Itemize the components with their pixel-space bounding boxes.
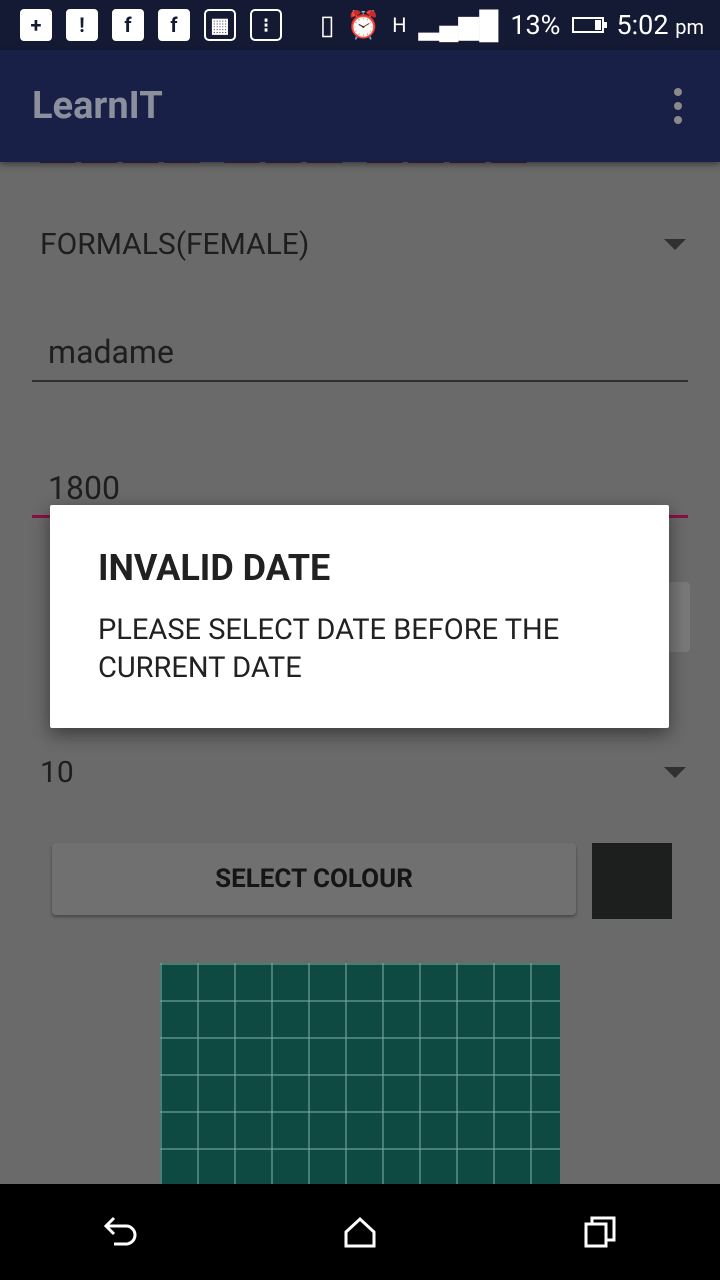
home-icon[interactable] <box>330 1202 390 1262</box>
invalid-date-dialog: INVALID DATE PLEASE SELECT DATE BEFORE T… <box>50 505 669 728</box>
signal-icon: ▂▄▆█ <box>418 9 499 41</box>
system-icons: ▯ ⏰ H ▂▄▆█ 13% 5:02 pm <box>320 9 720 41</box>
app-title: LearnIT <box>32 84 163 128</box>
overflow-menu-icon[interactable] <box>674 88 682 124</box>
alert-icon: ! <box>66 9 98 41</box>
app-bar: LearnIT <box>0 50 720 162</box>
navigation-bar <box>0 1184 720 1280</box>
gallery-icon: ▦ <box>204 9 236 41</box>
colour-swatch <box>592 843 672 919</box>
back-icon[interactable] <box>90 1202 150 1262</box>
status-bar: + ! f f ▦ ⁝ ▯ ⏰ H ▂▄▆█ 13% 5:02 pm <box>0 0 720 50</box>
quantity-spinner[interactable]: 10 <box>40 747 686 797</box>
add-box-icon: + <box>20 9 52 41</box>
battery-percent: 13% <box>510 9 561 41</box>
alarm-icon: ⏰ <box>346 9 381 41</box>
category-spinner[interactable]: FORMALS(FEMALE) <box>40 219 686 269</box>
clock-ampm: pm <box>675 15 704 39</box>
quantity-spinner-value: 10 <box>40 754 74 790</box>
network-h-icon: H <box>392 13 407 37</box>
calculator-icon: ⁝ <box>250 9 282 41</box>
clock-time: 5:02 <box>616 9 669 41</box>
dialog-title: INVALID DATE <box>98 547 331 589</box>
dropdown-arrow-icon <box>664 238 686 250</box>
clock: 5:02 pm <box>616 9 704 41</box>
dialog-message: PLEASE SELECT DATE BEFORE THE CURRENT DA… <box>98 613 560 685</box>
dropdown-arrow-icon <box>664 766 686 778</box>
notification-icons: + ! f f ▦ ⁝ <box>0 9 282 41</box>
facebook-icon: f <box>158 9 190 41</box>
brand-input[interactable]: madame <box>32 324 688 382</box>
facebook-icon: f <box>112 9 144 41</box>
battery-icon <box>572 17 608 33</box>
product-image[interactable] <box>160 963 560 1184</box>
category-spinner-value: FORMALS(FEMALE) <box>40 226 310 262</box>
vibrate-icon: ▯ <box>319 9 335 41</box>
select-colour-button[interactable]: SELECT COLOUR <box>52 843 576 915</box>
recents-icon[interactable] <box>570 1202 630 1262</box>
